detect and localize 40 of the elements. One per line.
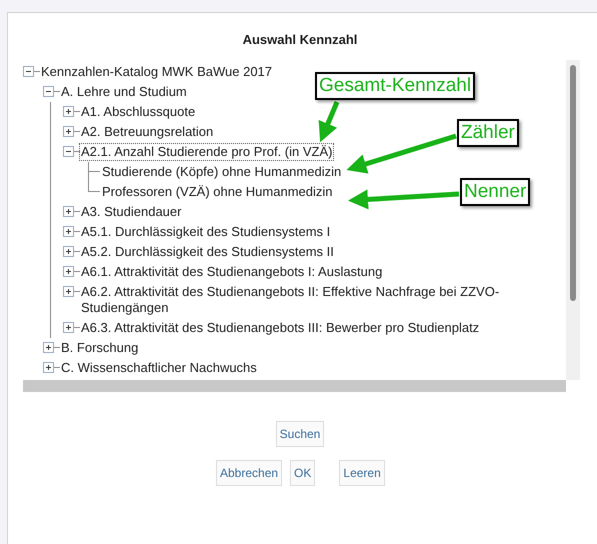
tree-item[interactable]: Kennzahlen-Katalog MWK BaWue 2017 [40,64,274,80]
tree-item[interactable]: A3. Studiendauer [80,204,182,220]
expand-icon[interactable] [63,206,74,217]
tree-item[interactable]: B. Forschung [60,340,140,356]
tree-item[interactable]: A2.1. Anzahl Studierende pro Prof. (in VZÄ) [80,144,334,160]
scrollbar-thumb[interactable] [570,65,576,301]
collapse-icon[interactable] [63,146,74,157]
dialog-button[interactable]: OK [290,460,316,486]
tree-item[interactable]: A5.2. Durchlässigkeit des Studiensystems II [80,244,335,260]
expand-icon[interactable] [63,106,74,117]
vertical-scrollbar[interactable] [566,60,580,380]
tree-item[interactable]: A1. Abschlussquote [80,104,196,120]
search-button[interactable]: Suchen [276,421,324,447]
dialog-button[interactable]: Abbrechen [216,460,282,486]
horizontal-scrollbar[interactable] [23,380,566,392]
collapse-icon[interactable] [23,66,34,77]
expand-icon[interactable] [63,266,74,277]
dialog-button[interactable]: Leeren [339,460,385,486]
collapse-icon[interactable] [43,86,54,97]
tree-item[interactable]: A6.1. Attraktivität des Studienangebots I: Auslastung [80,264,384,280]
tree-item[interactable]: C. Wissenschaftlicher Nachwuchs [60,360,258,376]
callout-label: Nenner [460,178,530,206]
expand-icon[interactable] [63,286,74,297]
expand-icon[interactable] [63,322,74,333]
tree-item[interactable]: Professoren (VZÄ) ohne Humanmedizin [101,184,334,200]
expand-icon[interactable] [43,362,54,373]
expand-icon[interactable] [63,226,74,237]
tree-item[interactable]: Studierende (Köpfe) ohne Humanmedizin [101,164,342,180]
tree-item[interactable]: A2. Betreuungsrelation [80,124,214,140]
expand-icon[interactable] [43,342,54,353]
tree-item[interactable]: A5.1. Durchlässigkeit des Studiensystems I [80,224,332,240]
expand-icon[interactable] [63,126,74,137]
arrow [318,101,340,142]
callout-label: Gesamt-Kennzahl [315,72,476,100]
tree-item[interactable]: A. Lehre und Studium [60,84,188,100]
tree-item[interactable]: A6.2. Attraktivität des Studienangebots II: Effektive Nachfrage bei ZZVO-Studiengängen [80,284,566,316]
callout-label: Zähler [457,119,519,147]
tree-item[interactable]: A6.3. Attraktivität des Studienangebots III: Bewerber pro Studienplatz [80,320,480,336]
expand-icon[interactable] [63,246,74,257]
dialog-title: Auswahl Kennzahl [242,31,358,49]
